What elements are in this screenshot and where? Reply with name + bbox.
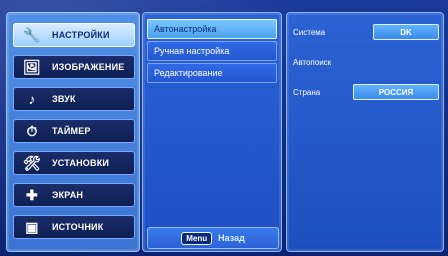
submenu-label: Редактирование (154, 68, 223, 78)
info-panel: Система DK Автопоиск Страна РОССИЯ (286, 12, 444, 252)
back-hint[interactable]: Menu Назад (147, 227, 279, 249)
system-label: Система (293, 27, 326, 37)
menu-key-badge: Menu (181, 231, 213, 245)
screen-cross-icon: ✚ (26, 187, 38, 203)
main-menu-panel: 🔧 НАСТРОЙКИ 🖼 ИЗОБРАЖЕНИЕ ♪ ЗВУК ⏱ ТАЙМЕ… (6, 12, 140, 252)
main-menu-label: НАСТРОЙКИ (52, 30, 110, 40)
autosearch-row[interactable]: Автопоиск (293, 53, 439, 71)
sound-note-icon: ♪ (28, 91, 36, 107)
submenu-item-edit[interactable]: Редактирование (147, 63, 277, 83)
main-menu-label: ЭКРАН (52, 190, 84, 200)
submenu-panel: Автонастройка Ручная настройка Редактиро… (142, 12, 282, 252)
main-menu-label: ТАЙМЕР (52, 126, 91, 136)
system-value[interactable]: DK (373, 24, 439, 40)
picture-icon: 🖼 (23, 59, 41, 75)
submenu-label: Автонастройка (154, 24, 217, 34)
country-row: Страна РОССИЯ (293, 83, 439, 101)
main-menu-item-source[interactable]: ▣ ИСТОЧНИК (13, 215, 135, 239)
submenu-item-autotune[interactable]: Автонастройка (147, 19, 277, 39)
system-row: Система DK (293, 23, 439, 41)
country-label: Страна (293, 87, 321, 97)
main-menu-item-screen[interactable]: ✚ ЭКРАН (13, 183, 135, 207)
input-source-icon: ▣ (25, 219, 39, 235)
submenu-label: Ручная настройка (154, 46, 230, 56)
main-menu-item-sound[interactable]: ♪ ЗВУК (13, 87, 135, 111)
country-value[interactable]: РОССИЯ (353, 84, 439, 100)
main-menu-label: УСТАНОВКИ (52, 158, 110, 168)
main-menu-label: ЗВУК (52, 94, 76, 104)
main-menu-item-timer[interactable]: ⏱ ТАЙМЕР (13, 119, 135, 143)
autosearch-label: Автопоиск (293, 57, 332, 67)
main-menu-item-setup[interactable]: 🛠 УСТАНОВКИ (13, 151, 135, 175)
back-label: Назад (218, 233, 245, 243)
setup-tools-icon: 🛠 (23, 155, 41, 171)
settings-wrench-icon: 🔧 (23, 27, 41, 43)
main-menu-label: ИСТОЧНИК (52, 222, 104, 232)
main-menu-item-picture[interactable]: 🖼 ИЗОБРАЖЕНИЕ (13, 55, 135, 79)
timer-clock-icon: ⏱ (26, 123, 38, 139)
submenu-item-manual-tune[interactable]: Ручная настройка (147, 41, 277, 61)
main-menu-label: ИЗОБРАЖЕНИЕ (52, 62, 125, 72)
main-menu-item-settings[interactable]: 🔧 НАСТРОЙКИ (13, 23, 135, 47)
